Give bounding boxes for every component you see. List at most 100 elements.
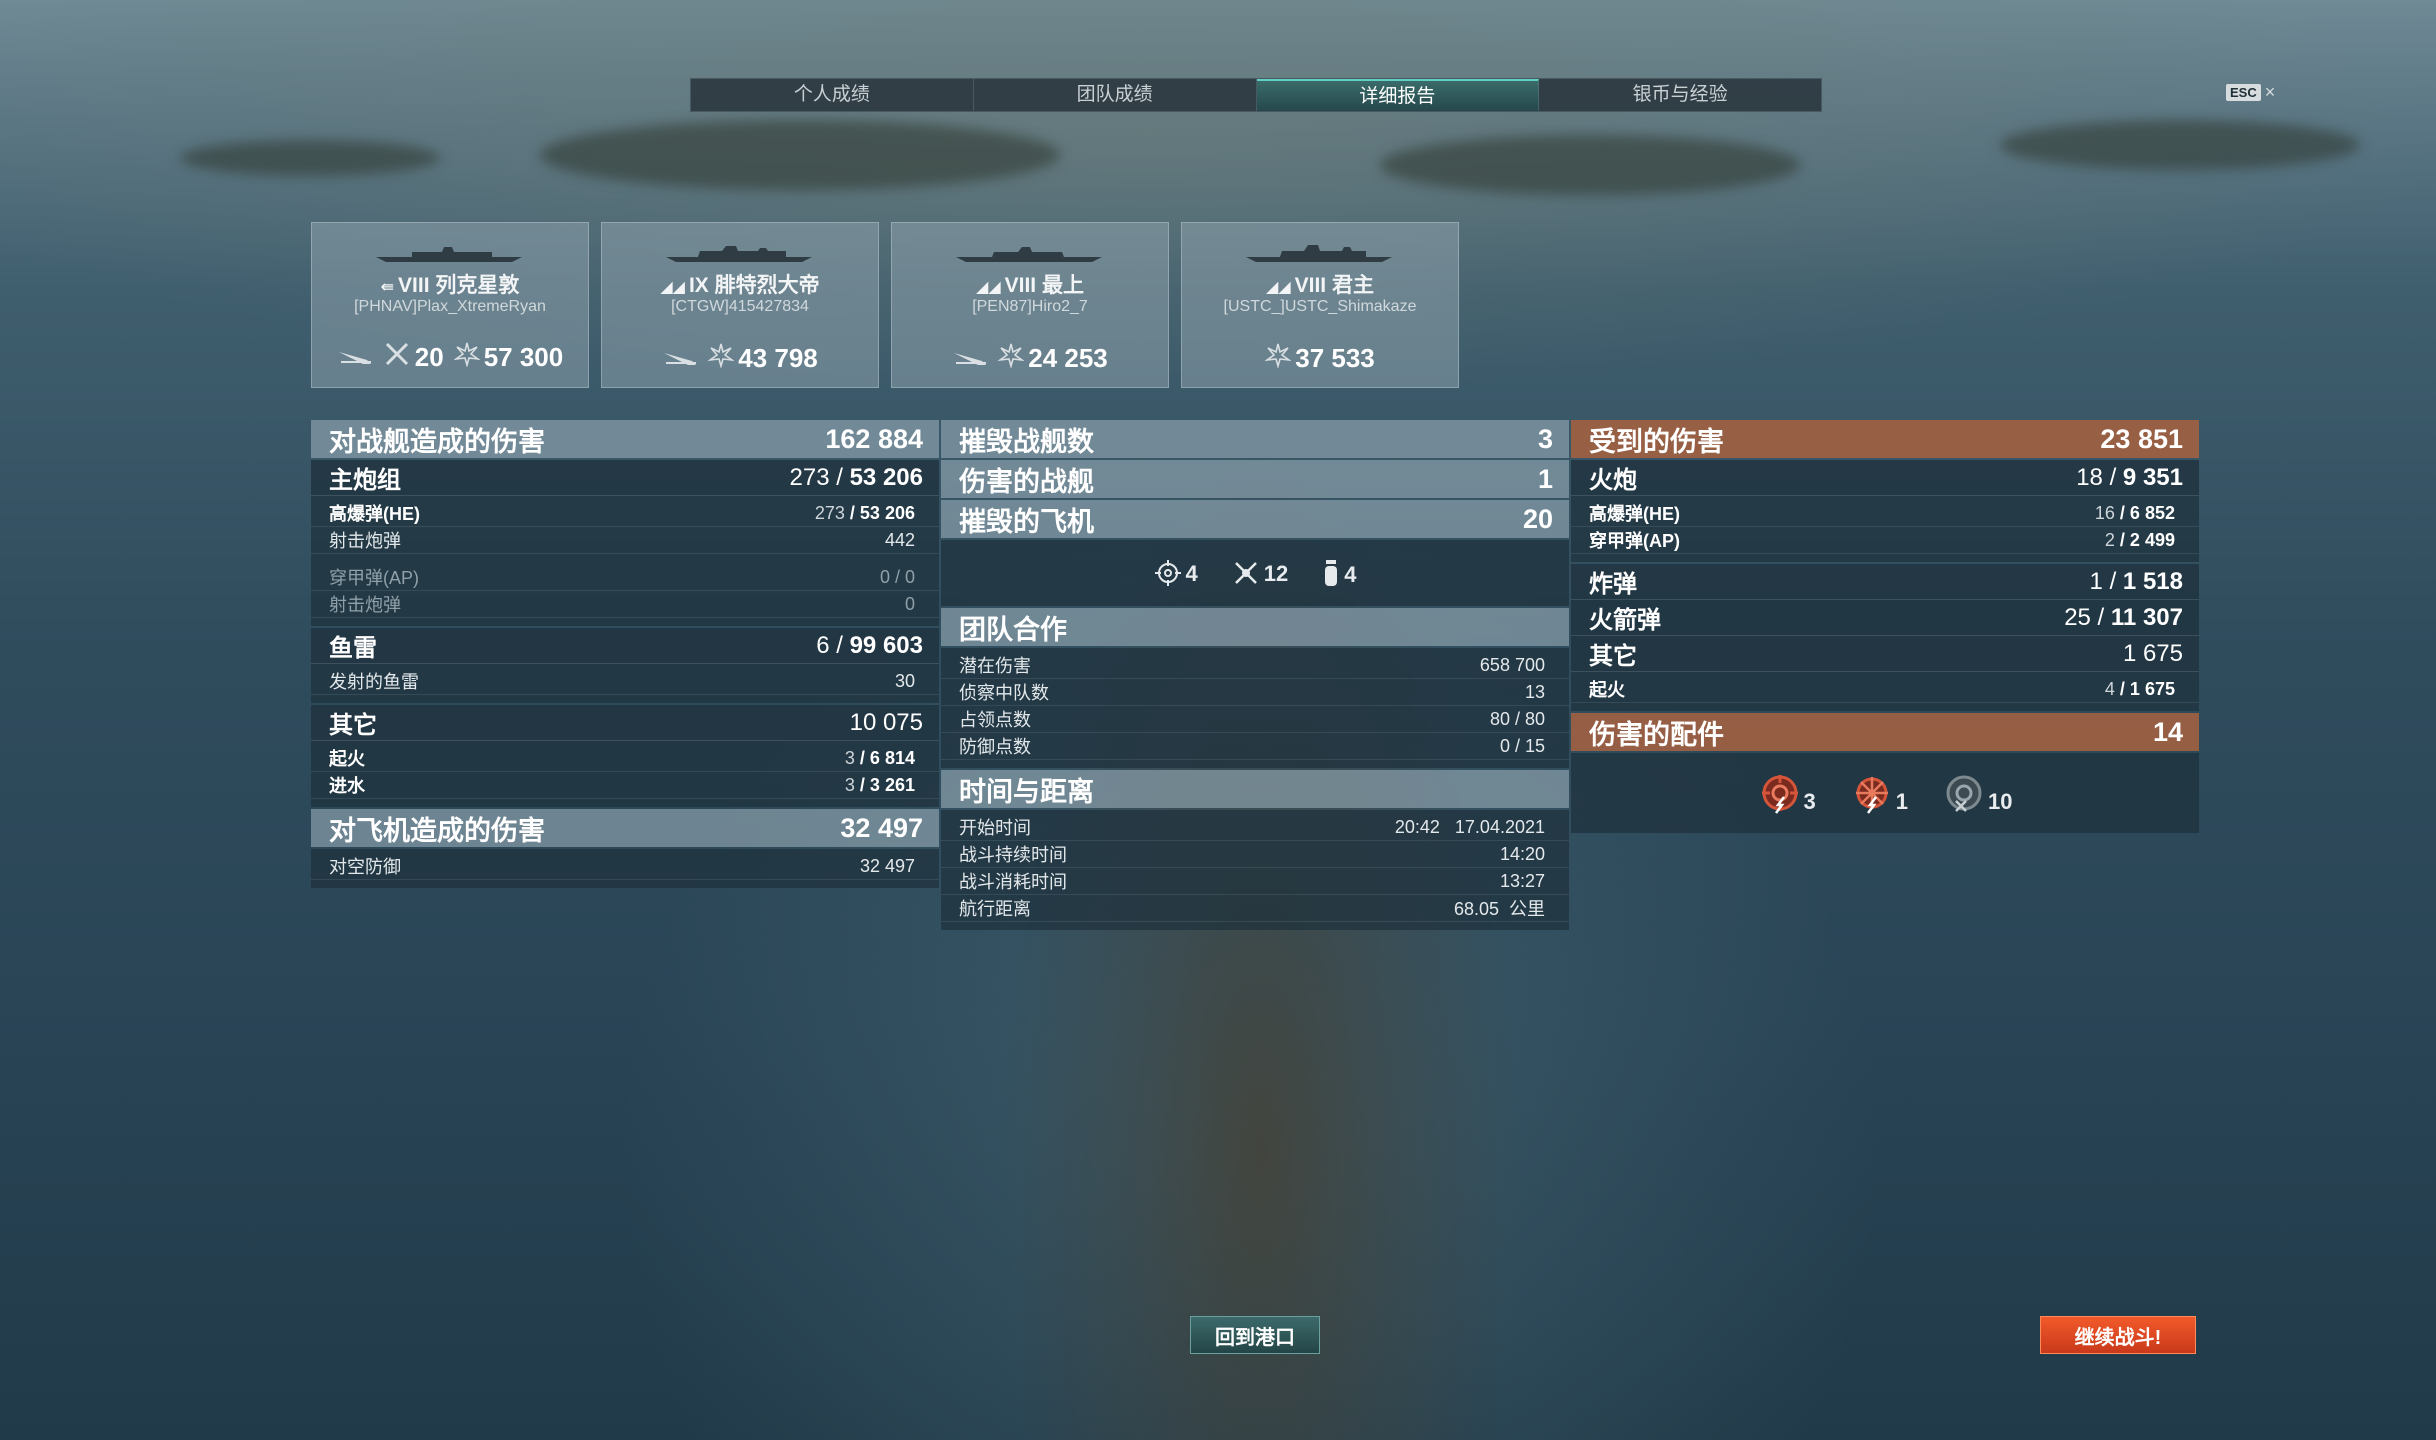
- ap-row: 穿甲弹(AP) 0 / 0: [311, 564, 939, 591]
- close-icon[interactable]: ×: [2265, 82, 2276, 103]
- he-fired-row: 射击炮弹 442: [311, 527, 939, 554]
- report-tabs: 个人成绩 团队成绩 详细报告 银币与经验: [690, 78, 1822, 112]
- destroyed-module-icon: [1946, 775, 1982, 812]
- damaged-module-icon: [1761, 775, 1798, 814]
- fire-row: 起火 3 / 6 814: [311, 745, 939, 772]
- bomb-icon: [1325, 560, 1338, 586]
- return-to-port-button[interactable]: 回到港口: [1190, 1316, 1320, 1354]
- torpedo-details: 发射的鱼雷 30: [311, 664, 939, 703]
- planes-shot-value: 20: [414, 342, 444, 372]
- other-received-details: 起火 4 / 1 675: [1571, 672, 2199, 711]
- ship-stats: 20 57 300: [320, 340, 580, 375]
- ship-silhouette-icon: [1246, 245, 1392, 262]
- ship-stats: 43 798: [610, 342, 870, 375]
- main-battery-details: 高爆弹(HE) 273 / 53 206 射击炮弹 442 穿甲弹(AP) 0 / …: [311, 496, 939, 626]
- plane-shot-down-icon: [383, 340, 411, 375]
- damage-value: 57 300: [483, 342, 564, 372]
- he-row: 高爆弹(HE) 273 / 53 206: [311, 500, 939, 527]
- module-breakdown: 3 1 10: [1571, 753, 2199, 833]
- tab-team[interactable]: 团队成绩: [974, 79, 1257, 111]
- battleship-icon: ◢◢: [660, 279, 685, 296]
- ships-damaged-header: 伤害的战舰 1: [941, 460, 1569, 498]
- other-received-row: 其它 1 675: [1571, 636, 2199, 672]
- other-damage-row: 其它 10 075: [311, 705, 939, 741]
- ship-silhouette-icon: [666, 246, 812, 262]
- ap-received-row: 穿甲弹(AP) 2 / 2 499: [1571, 527, 2199, 554]
- ship-name: ⇚ VIII 列克星敦: [380, 274, 520, 297]
- planes-destroyed-header: 摧毁的飞机 20: [941, 500, 1569, 538]
- ship-card[interactable]: ◢◢ VIII 君主 [USTC_]USTC_Shimakaze 37 533: [1181, 222, 1459, 388]
- guns-row: 火炮 18 / 9 351: [1571, 460, 2199, 496]
- player-name: [CTGW]415427834: [671, 298, 809, 315]
- damage-burst-icon: [1264, 342, 1293, 375]
- aa-details: 对空防御 32 497: [311, 849, 939, 888]
- player-name: [PEN87]Hiro2_7: [972, 298, 1088, 315]
- teamwork-header: 团队合作: [941, 608, 1569, 646]
- continue-battle-button[interactable]: 继续战斗!: [2040, 1316, 2196, 1354]
- torpedo-fired-row: 发射的鱼雷 30: [311, 668, 939, 695]
- tab-credits-xp[interactable]: 银币与经验: [1539, 79, 1821, 111]
- player-name: [USTC_]USTC_Shimakaze: [1223, 298, 1417, 315]
- capture-row: 占领点数 80 / 80: [941, 706, 1569, 733]
- rockets-row: 火箭弹 25 / 11 307: [1571, 600, 2199, 636]
- damage-dealt-panel: 对战舰造成的伤害 162 884 主炮组 273 / 53 206 高爆弹(HE…: [311, 420, 939, 890]
- spotted-row: 侦察中队数 13: [941, 679, 1569, 706]
- ship-damage-header: 对战舰造成的伤害 162 884: [311, 420, 939, 458]
- damaged-steering-icon: [1855, 777, 1888, 814]
- achievements-panel: 摧毁战舰数 3 伤害的战舰 1 摧毁的飞机 20 4 12 4 团队合作 潜在伤害 65…: [941, 420, 1569, 932]
- battleship-icon: ◢◢: [1266, 279, 1291, 296]
- carrier-icon: ⇚: [380, 279, 395, 296]
- damage-burst-icon: [452, 341, 481, 374]
- ship-stats: 24 253: [900, 342, 1160, 375]
- esc-close[interactable]: ESC ×: [2226, 82, 2275, 103]
- ap-fired-row: 射击炮弹 0: [311, 591, 939, 618]
- distance-row: 航行距离 68.05 公里: [941, 895, 1569, 922]
- time-distance-details: 开始时间 20:42 17.04.2021 战斗持续时间 14:20 战斗消耗时间 1…: [941, 810, 1569, 930]
- main-battery-row: 主炮组 273 / 53 206: [311, 460, 939, 496]
- received-damage-header: 受到的伤害 23 851: [1571, 420, 2199, 458]
- defend-row: 防御点数 0 / 15: [941, 733, 1569, 760]
- ship-name: ◢◢ IX 腓特烈大帝: [660, 274, 820, 297]
- cruiser-icon: ◢◢: [976, 279, 1001, 296]
- teamwork-details: 潜在伤害 658 700 侦察中队数 13 占领点数 80 / 80 防御点数 0 / …: [941, 648, 1569, 768]
- fighter-plane-icon: [1234, 562, 1257, 584]
- tab-personal[interactable]: 个人成绩: [691, 79, 974, 111]
- ship-silhouette-icon: [376, 247, 522, 262]
- player-name: [PHNAV]Plax_XtremeRyan: [354, 298, 546, 315]
- plane-damage-header: 对飞机造成的伤害 32 497: [311, 809, 939, 847]
- ship-name: ◢◢ VIII 君主: [1266, 274, 1374, 297]
- duration-row: 战斗持续时间 14:20: [941, 841, 1569, 868]
- damage-burst-icon: [997, 342, 1026, 375]
- ship-silhouette-icon: [956, 247, 1102, 262]
- ship-card[interactable]: ◢◢ IX 腓特烈大帝 [CTGW]415427834 43 798: [601, 222, 879, 388]
- ship-sunk-icon: [952, 343, 988, 374]
- modules-damaged-header: 伤害的配件 14: [1571, 713, 2199, 751]
- damage-burst-icon: [707, 342, 736, 375]
- damage-value: 24 253: [1028, 343, 1108, 373]
- damage-value: 37 533: [1295, 343, 1375, 373]
- torpedo-row: 鱼雷 6 / 99 603: [311, 628, 939, 664]
- other-details: 起火 3 / 6 814 进水 3 / 3 261: [311, 741, 939, 807]
- guns-details: 高爆弹(HE) 16 / 6 852 穿甲弹(AP) 2 / 2 499: [1571, 496, 2199, 562]
- ship-sunk-icon: [337, 342, 373, 373]
- ship-sunk-icon: [662, 343, 698, 374]
- start-time-row: 开始时间 20:42 17.04.2021: [941, 814, 1569, 841]
- fire-received-row: 起火 4 / 1 675: [1571, 676, 2199, 703]
- time-distance-header: 时间与距离: [941, 770, 1569, 808]
- crosshair-icon: [1154, 560, 1181, 586]
- potential-damage-row: 潜在伤害 658 700: [941, 652, 1569, 679]
- ships-destroyed-header: 摧毁战舰数 3: [941, 420, 1569, 458]
- damage-value: 43 798: [738, 343, 818, 373]
- plane-breakdown: 4 12 4: [941, 540, 1569, 606]
- ship-card[interactable]: ⇚ VIII 列克星敦 [PHNAV]Plax_XtremeRyan 20 57 …: [311, 222, 589, 388]
- aa-row: 对空防御 32 497: [311, 853, 939, 880]
- esc-key-icon: ESC: [2226, 84, 2261, 101]
- ship-name: ◢◢ VIII 最上: [976, 274, 1084, 297]
- flood-row: 进水 3 / 3 261: [311, 772, 939, 799]
- ship-stats: 37 533: [1190, 342, 1450, 375]
- damage-received-panel: 受到的伤害 23 851 火炮 18 / 9 351 高爆弹(HE) 16 / 6…: [1571, 420, 2199, 833]
- ship-card[interactable]: ◢◢ VIII 最上 [PEN87]Hiro2_7 24 253: [891, 222, 1169, 388]
- he-received-row: 高爆弹(HE) 16 / 6 852: [1571, 500, 2199, 527]
- bombs-row: 炸弹 1 / 1 518: [1571, 564, 2199, 600]
- tab-detailed-report[interactable]: 详细报告: [1256, 79, 1540, 111]
